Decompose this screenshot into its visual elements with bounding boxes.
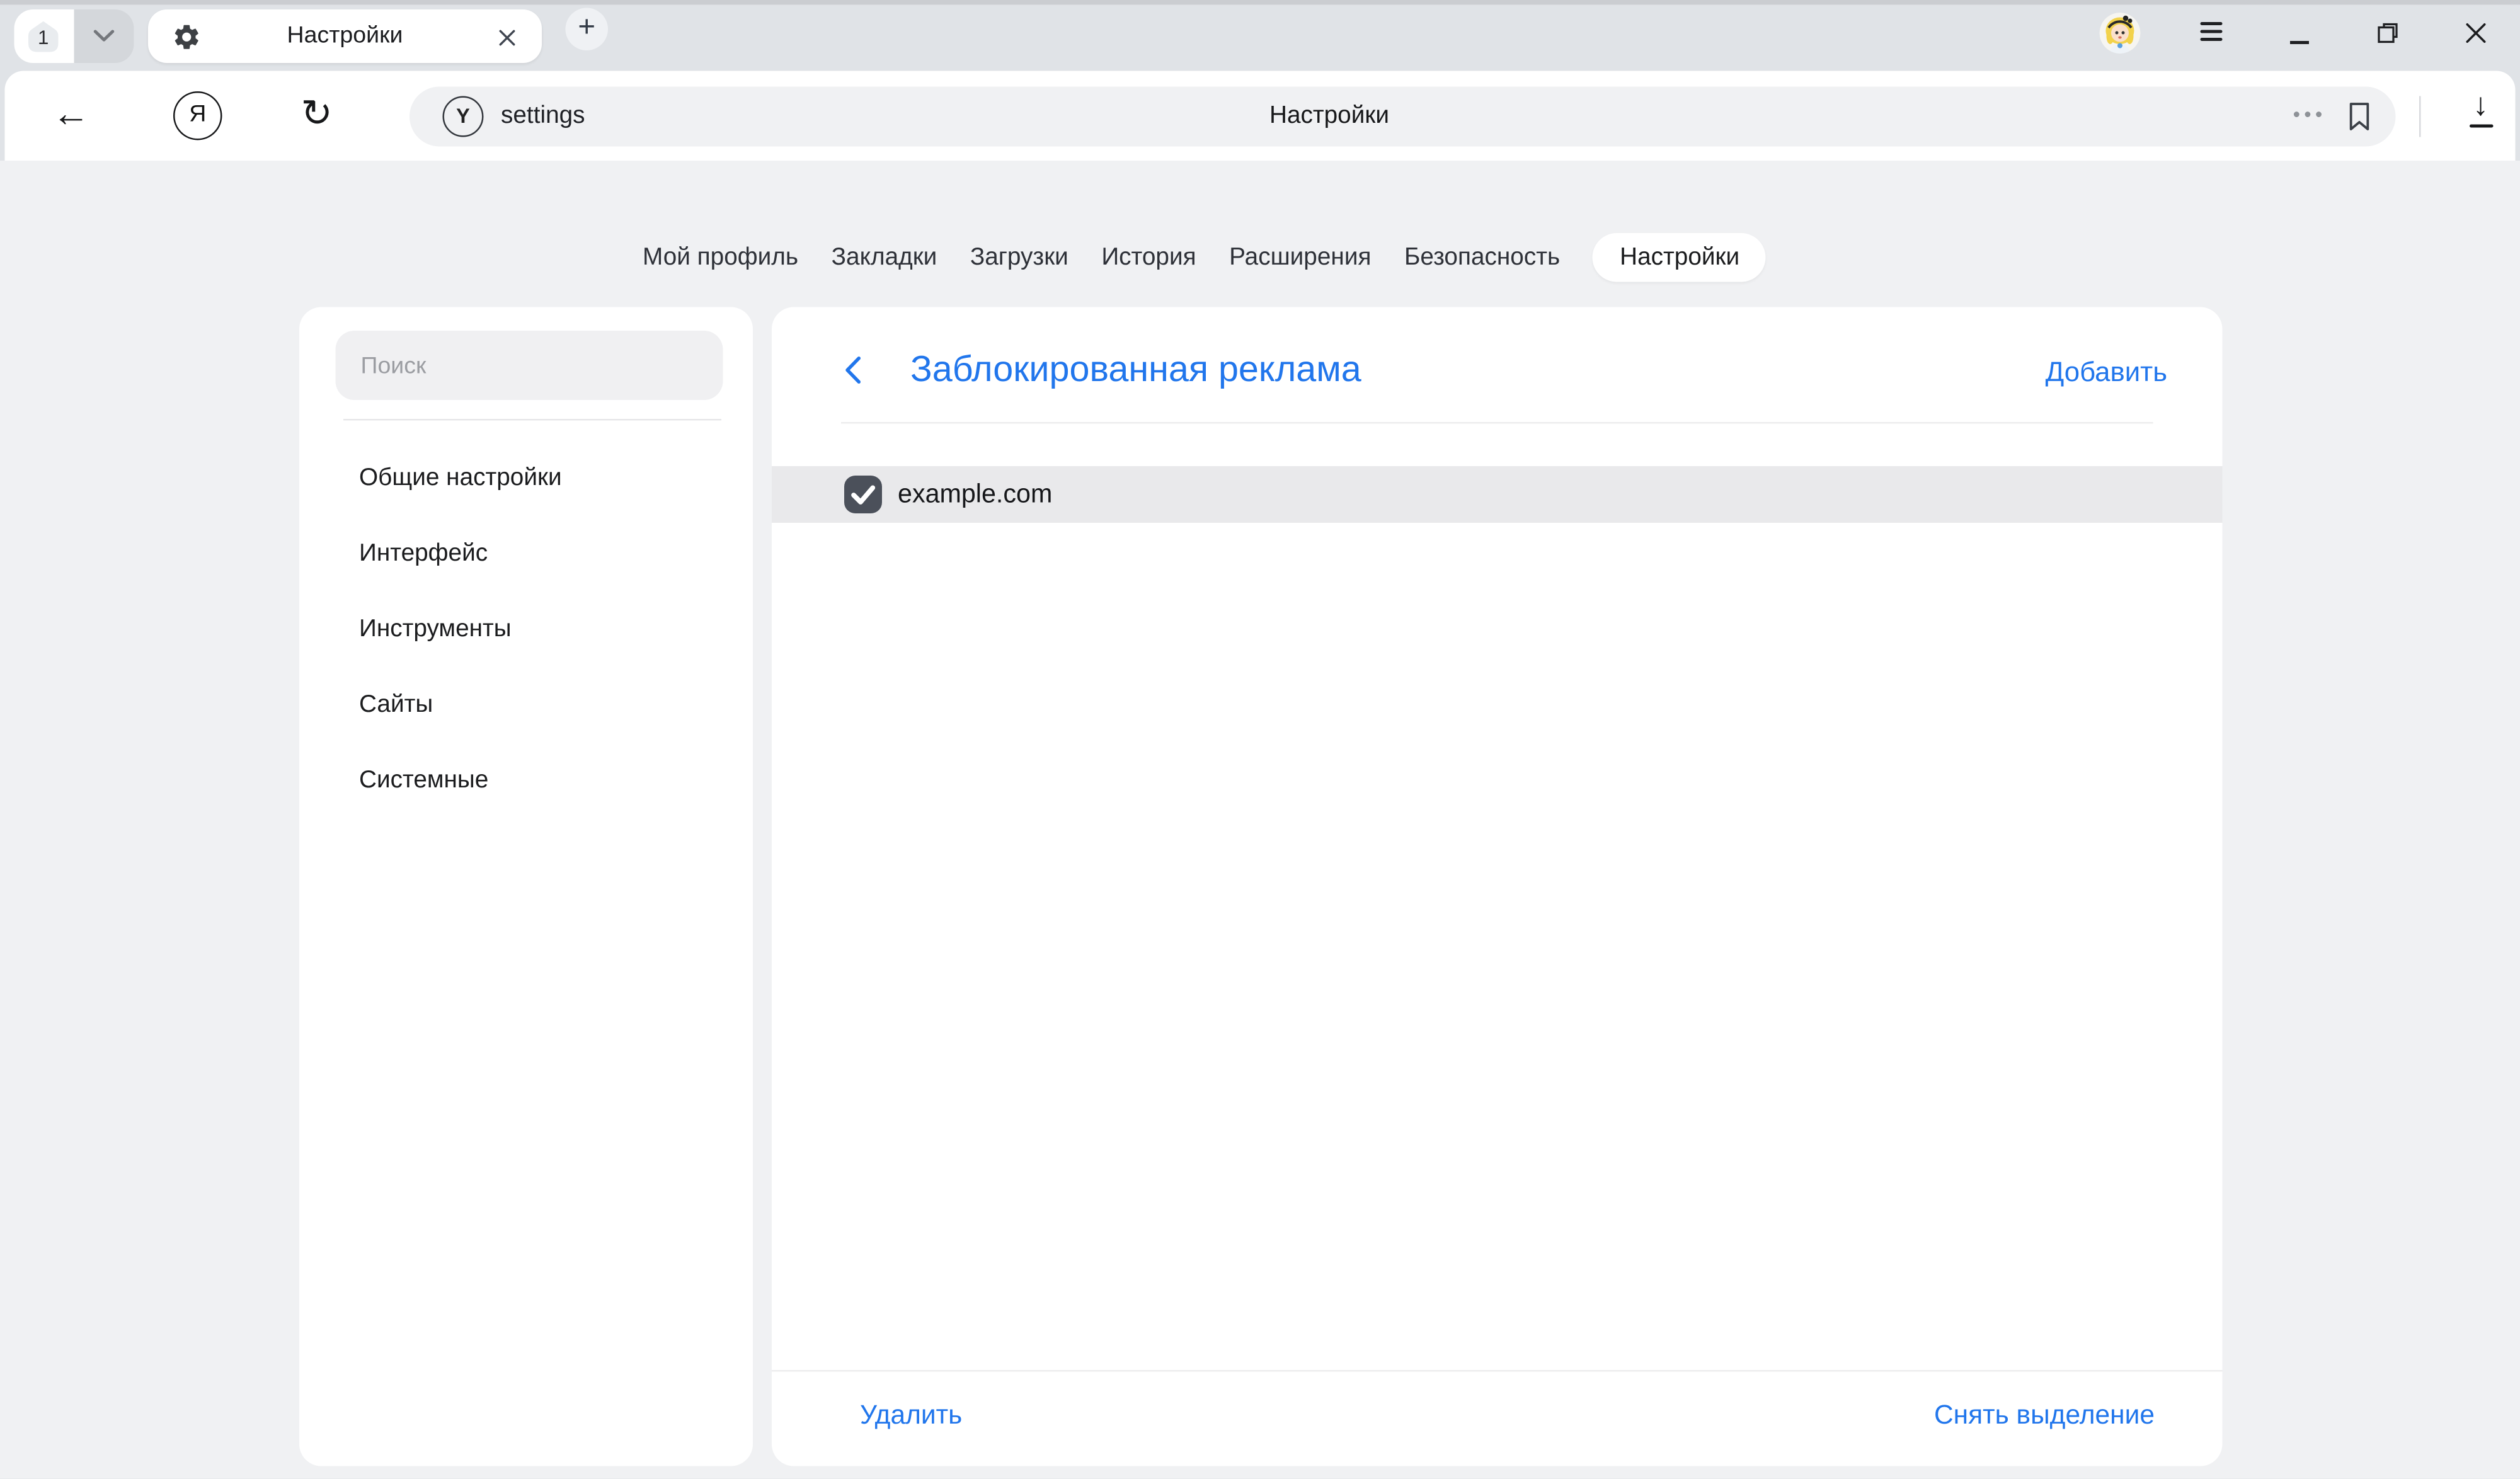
address-bar-page-title: Настройки (410, 86, 2249, 146)
menu-icon[interactable] (2201, 22, 2223, 43)
gear-icon (172, 22, 202, 52)
settings-nav-tabs: Мой профиль Закладки Загрузки История Ра… (643, 233, 1767, 282)
sidebar-item-sites[interactable]: Сайты (299, 668, 753, 743)
downloads-button[interactable]: ↓ (2462, 87, 2500, 146)
browser-window: 1 Настройки + (0, 0, 2520, 1479)
active-tab[interactable]: Настройки (148, 9, 542, 63)
tab-group-expand-button[interactable] (74, 9, 134, 63)
settings-page: Мой профиль Закладки Загрузки История Ра… (0, 161, 2520, 1479)
delete-link[interactable]: Удалить (860, 1400, 962, 1432)
add-button[interactable]: Добавить (2046, 356, 2167, 389)
sidebar-items: Общие настройки Интерфейс Инструменты Са… (299, 441, 753, 819)
tab-my-profile[interactable]: Мой профиль (643, 233, 798, 282)
clear-selection-link[interactable]: Снять выделение (1934, 1400, 2155, 1432)
tab-bar: 1 Настройки + (0, 0, 2520, 71)
sidebar-item-interface[interactable]: Интерфейс (299, 517, 753, 592)
tab-history[interactable]: История (1101, 233, 1196, 282)
tab-group-counter[interactable]: 1 (14, 9, 74, 63)
tab-close-icon[interactable] (498, 27, 517, 46)
avatar[interactable] (2100, 13, 2141, 54)
address-bar[interactable]: Y settings Настройки ••• (410, 86, 2396, 146)
tab-group-count: 1 (25, 27, 62, 49)
settings-sidebar: Общие настройки Интерфейс Инструменты Са… (299, 307, 753, 1466)
browser-toolbar: ← Я ↻ Y settings Настройки ••• ↓ (5, 71, 2516, 161)
row-checkbox[interactable] (844, 476, 882, 513)
new-tab-button[interactable]: + (566, 8, 609, 51)
yandex-logo-icon[interactable]: Я (173, 91, 222, 140)
tab-title: Настройки (211, 9, 479, 63)
tab-bookmarks[interactable]: Закладки (832, 233, 937, 282)
window-restore-button[interactable] (2377, 22, 2399, 44)
sidebar-item-general[interactable]: Общие настройки (299, 441, 753, 517)
plus-icon: + (578, 11, 595, 45)
tab-settings[interactable]: Настройки (1593, 233, 1767, 282)
chevron-left-icon[interactable] (844, 356, 862, 384)
toolbar-divider (2419, 96, 2421, 137)
tab-group-control[interactable]: 1 (14, 9, 134, 63)
sidebar-item-tools[interactable]: Инструменты (299, 592, 753, 668)
download-baseline (2469, 125, 2493, 128)
window-top-edge (0, 0, 2520, 5)
bookmark-icon[interactable] (2347, 100, 2372, 132)
footer-divider (772, 1370, 2223, 1372)
blocked-domain: example.com (898, 466, 1052, 523)
refresh-icon[interactable]: ↻ (301, 71, 333, 161)
tab-downloads[interactable]: Загрузки (970, 233, 1068, 282)
header-divider (841, 422, 2153, 424)
tab-extensions[interactable]: Расширения (1229, 233, 1371, 282)
overflow-dots-icon[interactable]: ••• (2293, 86, 2327, 142)
search-input[interactable] (336, 331, 723, 400)
window-close-button[interactable] (2465, 22, 2487, 44)
blocked-ads-panel: Заблокированная реклама Добавить example… (772, 307, 2223, 1466)
tab-group-badge-icon: 1 (25, 19, 62, 55)
chevron-down-icon (93, 22, 115, 50)
tab-security[interactable]: Безопасность (1404, 233, 1560, 282)
page-title: Заблокированная реклама (910, 348, 1361, 391)
window-minimize-button[interactable] (2290, 41, 2309, 44)
download-icon: ↓ (2462, 87, 2500, 125)
sidebar-divider (343, 419, 721, 421)
sidebar-item-system[interactable]: Системные (299, 743, 753, 819)
blocked-ad-row[interactable]: example.com (772, 466, 2223, 523)
back-icon[interactable]: ← (52, 71, 90, 161)
